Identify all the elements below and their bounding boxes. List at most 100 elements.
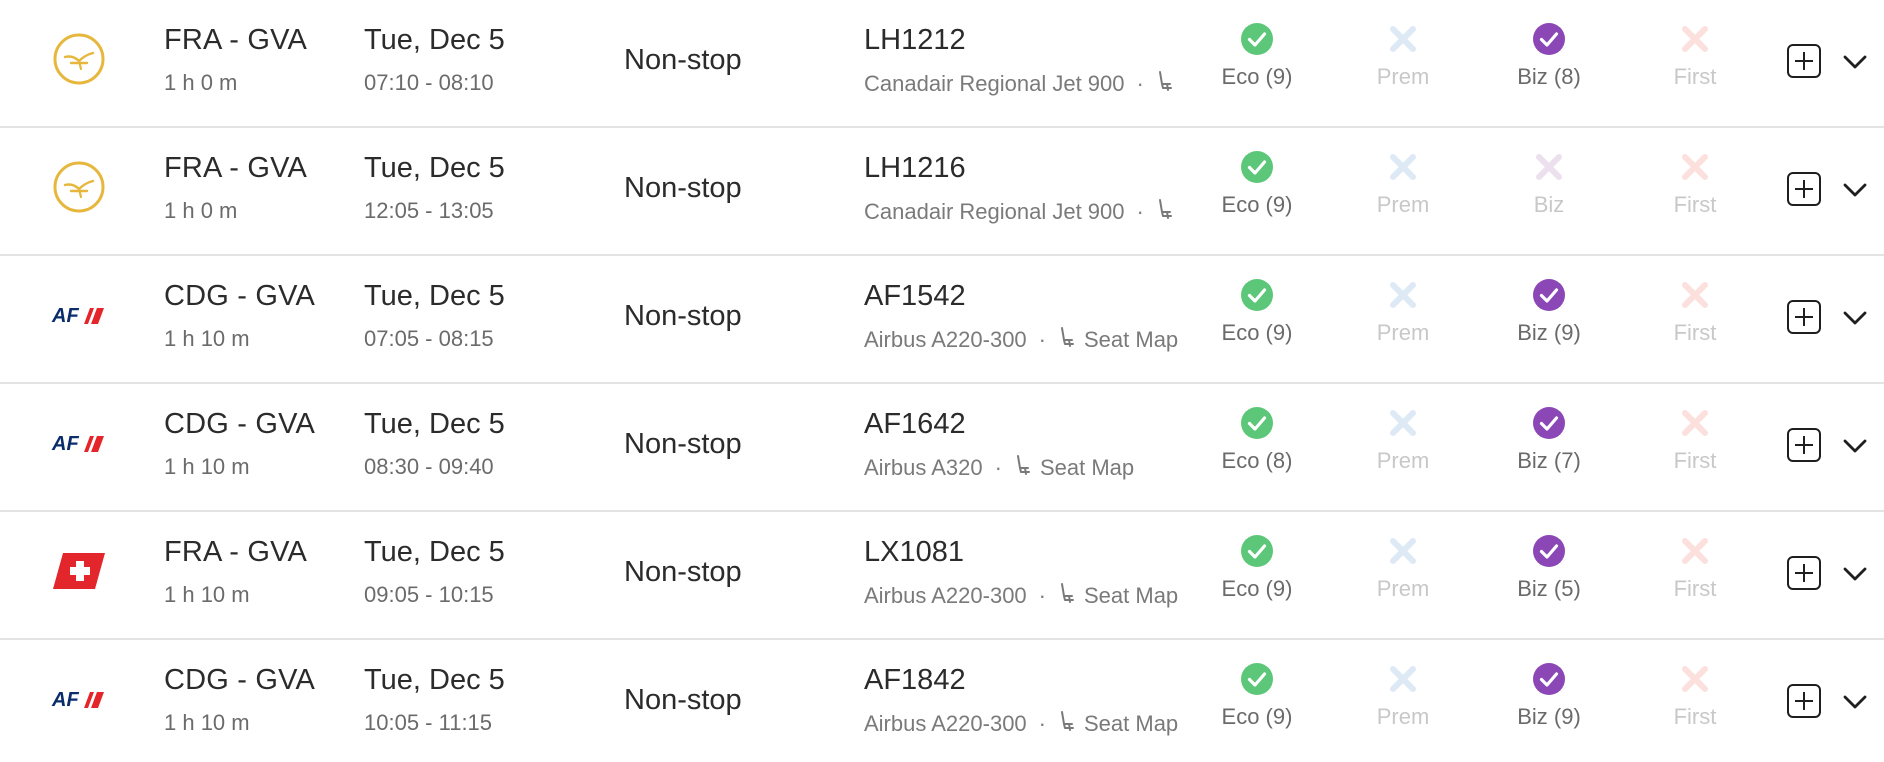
chevron-down-icon[interactable] <box>1840 176 1870 204</box>
cabin-biz: Biz (8) <box>1494 22 1604 90</box>
chevron-down-icon[interactable] <box>1840 48 1870 76</box>
cabin-biz-label: Biz (8) <box>1517 64 1581 89</box>
duration-label: 1 h 10 m <box>164 326 250 351</box>
cabin-eco: Eco (9) <box>1202 662 1312 730</box>
duration-label: 1 h 10 m <box>164 710 250 735</box>
cabin-first-label: First <box>1673 576 1717 601</box>
aircraft-name: Airbus A220-300 <box>864 711 1027 736</box>
date-label: Tue, Dec 5 <box>364 152 505 184</box>
seat-icon[interactable] <box>1156 70 1174 98</box>
chevron-down-icon[interactable] <box>1840 688 1870 716</box>
cabin-eco: Eco (9) <box>1202 22 1312 90</box>
separator-dot: · <box>1136 199 1144 224</box>
date-label: Tue, Dec 5 <box>364 536 505 568</box>
add-flight-button[interactable] <box>1787 428 1821 462</box>
seat-map-link[interactable]: Seat Map <box>1040 455 1134 481</box>
cabin-first: First <box>1640 22 1750 90</box>
cabin-prem: Prem <box>1348 662 1458 730</box>
times-label: 08:30 - 09:40 <box>364 454 494 479</box>
date-label: Tue, Dec 5 <box>364 664 505 696</box>
cabin-first-label: First <box>1673 448 1717 473</box>
duration-label: 1 h 10 m <box>164 582 250 607</box>
cabin-prem-label: Prem <box>1376 704 1430 729</box>
separator-dot: · <box>1038 327 1046 352</box>
flight-row[interactable]: AF CDG - GVA 1 h 10 m Tue, Dec 5 08:30 -… <box>0 384 1884 512</box>
cabin-eco-label: Eco (8) <box>1221 448 1293 473</box>
cabin-first-label: First <box>1673 320 1717 345</box>
duration-label: 1 h 0 m <box>164 198 238 223</box>
times-label: 07:10 - 08:10 <box>364 70 494 95</box>
x-mark-icon <box>1536 154 1562 180</box>
cabin-eco: Eco (9) <box>1202 150 1312 218</box>
cabin-eco-label: Eco (9) <box>1221 192 1293 217</box>
seat-map-link[interactable]: Seat Map <box>1084 711 1178 737</box>
cabin-first: First <box>1640 278 1750 346</box>
cabin-eco: Eco (8) <box>1202 406 1312 474</box>
check-circle-icon <box>1241 535 1273 567</box>
cabin-first-label: First <box>1673 704 1717 729</box>
flight-row[interactable]: FRA - GVA 1 h 0 m Tue, Dec 5 07:10 - 08:… <box>0 0 1884 128</box>
add-flight-button[interactable] <box>1787 44 1821 78</box>
seat-map-link[interactable]: Seat Map <box>1084 583 1178 609</box>
cabin-prem-label: Prem <box>1376 320 1430 345</box>
chevron-down-icon[interactable] <box>1840 560 1870 588</box>
check-circle-icon <box>1533 663 1565 695</box>
flight-number: LH1216 <box>864 152 966 184</box>
cabin-biz: Biz <box>1494 150 1604 218</box>
x-mark-icon <box>1682 538 1708 564</box>
cabin-biz-label: Biz (9) <box>1517 704 1581 729</box>
stops-label: Non-stop <box>624 172 742 204</box>
add-flight-button[interactable] <box>1787 300 1821 334</box>
aircraft-info: Airbus A220-300 · Seat Map <box>864 710 1186 738</box>
x-mark-icon <box>1390 410 1416 436</box>
lufthansa-logo-icon <box>50 30 108 88</box>
seat-icon[interactable] <box>1058 582 1076 610</box>
seat-icon[interactable] <box>1058 326 1076 354</box>
cabin-prem: Prem <box>1348 534 1458 602</box>
check-circle-icon <box>1533 23 1565 55</box>
svg-text:AF: AF <box>51 305 79 327</box>
aircraft-name: Airbus A320 <box>864 455 983 480</box>
add-flight-button[interactable] <box>1787 556 1821 590</box>
chevron-down-icon[interactable] <box>1840 432 1870 460</box>
route-label: CDG - GVA <box>164 408 316 440</box>
check-circle-icon <box>1533 279 1565 311</box>
seat-icon[interactable] <box>1156 198 1174 226</box>
flight-row[interactable]: AF CDG - GVA 1 h 10 m Tue, Dec 5 10:05 -… <box>0 640 1884 762</box>
flight-row[interactable]: FRA - GVA 1 h 0 m Tue, Dec 5 12:05 - 13:… <box>0 128 1884 256</box>
duration-label: 1 h 0 m <box>164 70 238 95</box>
add-flight-button[interactable] <box>1787 172 1821 206</box>
cabin-eco-label: Eco (9) <box>1221 64 1293 89</box>
flight-number: AF1642 <box>864 408 966 440</box>
cabin-prem: Prem <box>1348 22 1458 90</box>
chevron-down-icon[interactable] <box>1840 304 1870 332</box>
seat-map-link[interactable]: Seat Map <box>1084 327 1178 353</box>
check-circle-icon <box>1533 535 1565 567</box>
add-flight-button[interactable] <box>1787 684 1821 718</box>
times-label: 09:05 - 10:15 <box>364 582 494 607</box>
x-mark-icon <box>1390 26 1416 52</box>
aircraft-name: Canadair Regional Jet 900 <box>864 71 1125 96</box>
stops-label: Non-stop <box>624 428 742 460</box>
cabin-biz-label: Biz <box>1533 192 1565 217</box>
cabin-eco: Eco (9) <box>1202 278 1312 346</box>
route-label: CDG - GVA <box>164 664 316 696</box>
air-france-logo-icon: AF <box>50 414 108 472</box>
flight-row[interactable]: FRA - GVA 1 h 10 m Tue, Dec 5 09:05 - 10… <box>0 512 1884 640</box>
cabin-biz: Biz (5) <box>1494 534 1604 602</box>
flight-number: AF1542 <box>864 280 966 312</box>
cabin-prem-label: Prem <box>1376 576 1430 601</box>
x-mark-icon <box>1390 666 1416 692</box>
air-france-logo-icon: AF <box>50 670 108 728</box>
route-label: FRA - GVA <box>164 536 308 568</box>
route-label: FRA - GVA <box>164 24 308 56</box>
flight-row[interactable]: AF CDG - GVA 1 h 10 m Tue, Dec 5 07:05 -… <box>0 256 1884 384</box>
date-label: Tue, Dec 5 <box>364 24 505 56</box>
cabin-eco-label: Eco (9) <box>1221 704 1293 729</box>
cabin-eco-label: Eco (9) <box>1221 576 1293 601</box>
seat-icon[interactable] <box>1058 710 1076 738</box>
date-label: Tue, Dec 5 <box>364 408 505 440</box>
cabin-first-label: First <box>1673 64 1717 89</box>
cabin-biz: Biz (9) <box>1494 278 1604 346</box>
seat-icon[interactable] <box>1014 454 1032 482</box>
